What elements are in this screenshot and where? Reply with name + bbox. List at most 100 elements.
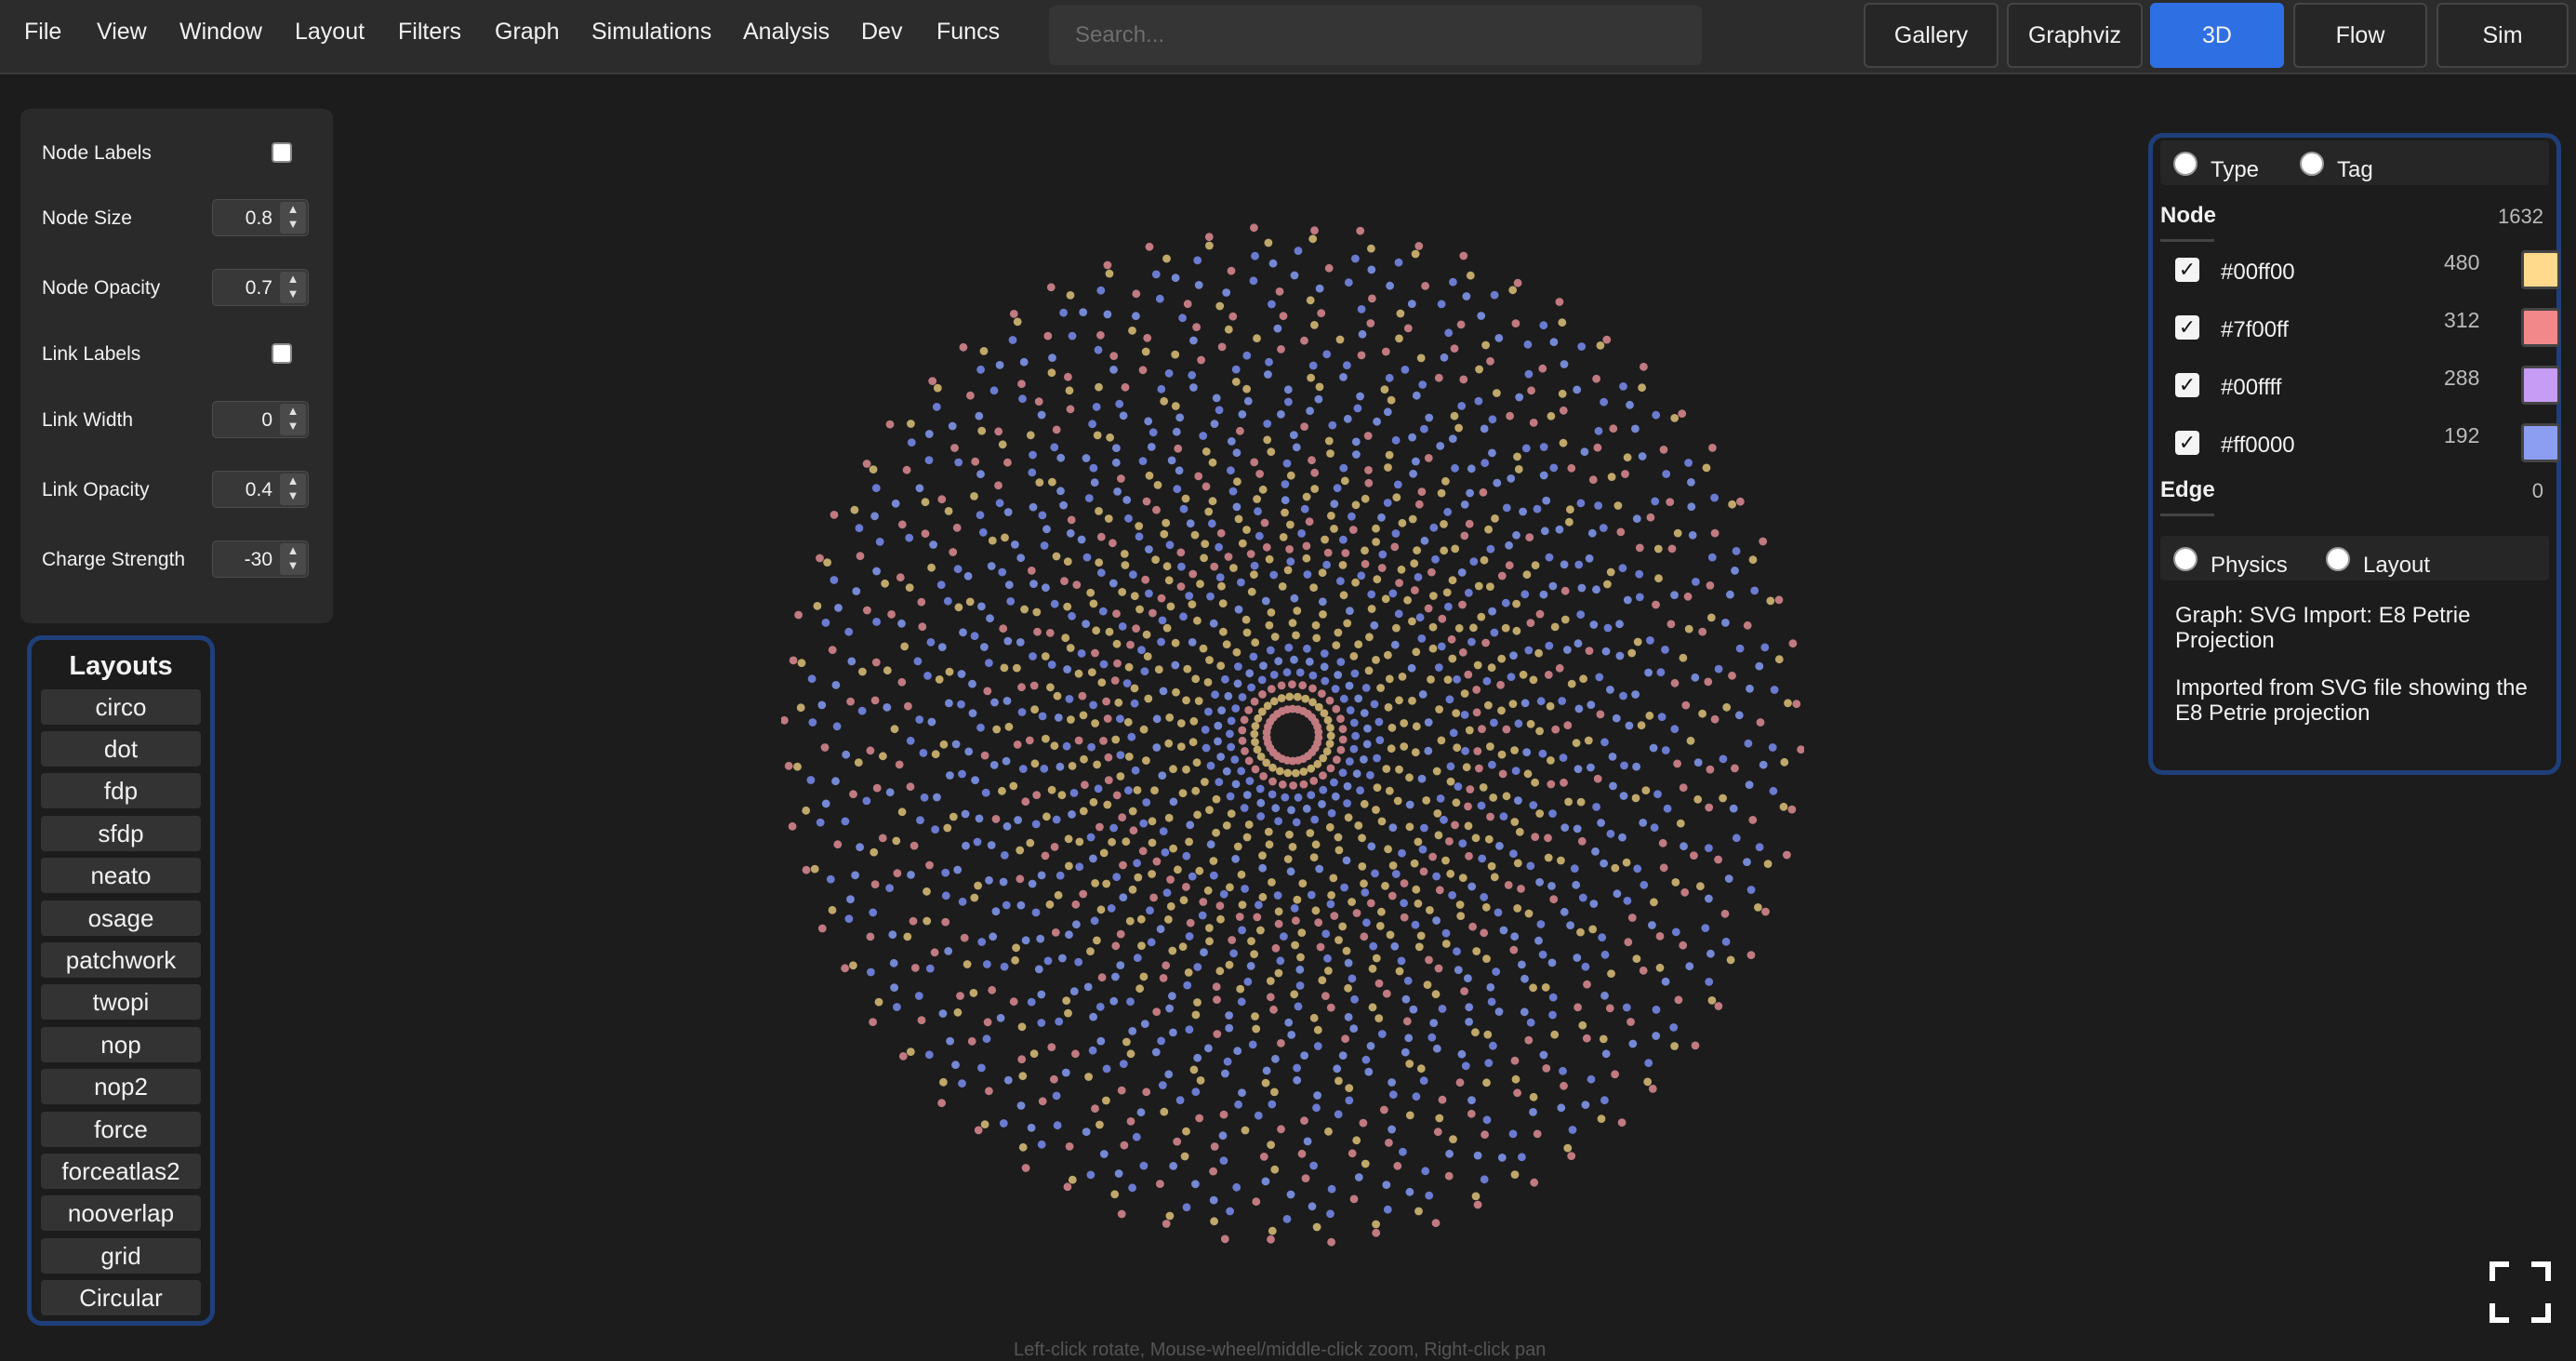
graph-node[interactable] (1388, 823, 1398, 832)
graph-node[interactable] (1567, 1152, 1576, 1160)
graph-node[interactable] (1459, 251, 1468, 260)
graph-node[interactable] (1017, 380, 1026, 389)
graph-node[interactable] (1545, 641, 1554, 650)
graph-node[interactable] (1003, 508, 1013, 516)
graph-node[interactable] (1225, 1023, 1234, 1033)
graph-node[interactable] (1136, 1108, 1146, 1117)
graph-node[interactable] (1217, 581, 1226, 591)
graph-node[interactable] (1167, 456, 1176, 465)
graph-node[interactable] (1658, 838, 1667, 847)
graph-node[interactable] (1096, 286, 1106, 295)
graph-node[interactable] (1611, 1070, 1619, 1079)
graph-node[interactable] (1181, 494, 1190, 503)
graph-node[interactable] (1400, 913, 1409, 922)
graph-node[interactable] (1268, 300, 1276, 309)
graph-node[interactable] (906, 782, 915, 792)
graph-node[interactable] (1594, 426, 1603, 435)
graph-node[interactable] (1563, 721, 1573, 729)
graph-node[interactable] (1635, 569, 1644, 579)
graph-node[interactable] (1461, 746, 1469, 755)
graph-node[interactable] (1572, 880, 1581, 889)
graph-node[interactable] (1226, 883, 1234, 892)
graph-node[interactable] (1392, 623, 1401, 633)
graph-node[interactable] (1096, 532, 1106, 541)
graph-node[interactable] (1193, 1053, 1202, 1062)
graph-node[interactable] (1462, 763, 1471, 772)
graph-node[interactable] (1274, 968, 1283, 978)
graph-node[interactable] (1267, 1234, 1275, 1244)
graph-node[interactable] (1349, 744, 1359, 754)
graph-node[interactable] (1065, 695, 1074, 703)
graph-node[interactable] (1087, 742, 1095, 752)
graph-node[interactable] (1322, 350, 1332, 359)
graph-node[interactable] (1103, 260, 1112, 270)
graph-node[interactable] (1577, 583, 1587, 593)
graph-node[interactable] (1253, 913, 1262, 922)
graph-node[interactable] (1606, 829, 1615, 838)
graph-node[interactable] (1384, 702, 1393, 712)
graph-node[interactable] (1297, 928, 1307, 937)
graph-node[interactable] (1405, 1060, 1414, 1068)
graph-node[interactable] (1003, 1075, 1013, 1085)
graph-node[interactable] (1559, 754, 1568, 762)
graph-node[interactable] (1242, 615, 1251, 624)
graph-node[interactable] (1038, 511, 1047, 520)
graph-node[interactable] (1632, 514, 1641, 523)
graph-node[interactable] (1250, 223, 1258, 233)
graph-node[interactable] (975, 814, 984, 823)
graph-node[interactable] (1283, 768, 1293, 778)
graph-node[interactable] (1138, 847, 1148, 856)
graph-node[interactable] (1372, 524, 1380, 533)
graph-node[interactable] (1412, 391, 1421, 400)
graph-node[interactable] (1499, 812, 1508, 821)
graph-node[interactable] (1526, 861, 1535, 871)
graph-node[interactable] (1436, 442, 1445, 450)
graph-node[interactable] (1269, 1005, 1278, 1014)
graph-node[interactable] (1705, 894, 1713, 903)
graph-node[interactable] (1473, 1151, 1482, 1160)
graph-node[interactable] (1088, 1046, 1097, 1055)
graph-node[interactable] (1122, 496, 1132, 504)
graph-node[interactable] (1316, 942, 1325, 952)
graph-node[interactable] (1091, 648, 1099, 658)
graph-node[interactable] (1003, 821, 1012, 831)
graph-node[interactable] (1374, 717, 1384, 727)
graph-node[interactable] (872, 567, 881, 576)
graph-node[interactable] (1318, 689, 1326, 698)
graph-node[interactable] (1267, 608, 1276, 617)
graph-node[interactable] (1437, 488, 1446, 498)
graph-node[interactable] (1748, 555, 1758, 565)
graph-node[interactable] (1576, 610, 1586, 619)
graph-node[interactable] (1243, 977, 1253, 986)
graph-node[interactable] (946, 771, 954, 780)
graph-node[interactable] (1510, 1056, 1520, 1065)
graph-node[interactable] (1332, 704, 1341, 714)
graph-node[interactable] (1209, 619, 1218, 628)
graph-node[interactable] (1271, 943, 1281, 953)
graph-node[interactable] (1609, 781, 1617, 791)
graph-node[interactable] (1128, 885, 1137, 894)
graph-node[interactable] (1029, 580, 1038, 588)
graph-node[interactable] (1628, 1039, 1638, 1048)
graph-node[interactable] (1300, 504, 1309, 514)
graph-node[interactable] (1344, 813, 1353, 822)
graph-node[interactable] (1357, 571, 1366, 580)
graph-node[interactable] (1445, 695, 1454, 704)
graph-node[interactable] (1294, 1002, 1303, 1011)
graph-node[interactable] (1299, 780, 1308, 789)
graph-node[interactable] (1613, 889, 1622, 899)
graph-node[interactable] (1334, 936, 1343, 944)
graph-node[interactable] (1566, 921, 1574, 929)
graph-node[interactable] (1332, 641, 1341, 649)
graph-node[interactable] (902, 465, 911, 474)
graph-node[interactable] (1548, 1010, 1557, 1020)
graph-node[interactable] (1222, 821, 1231, 830)
graph-node[interactable] (1067, 715, 1075, 724)
graph-node[interactable] (1371, 869, 1379, 878)
graph-node[interactable] (1633, 864, 1642, 874)
graph-node[interactable] (1518, 1153, 1526, 1162)
graph-node[interactable] (1585, 647, 1594, 655)
graph-node[interactable] (1490, 718, 1498, 727)
graph-node[interactable] (1193, 616, 1202, 625)
graph-node[interactable] (1106, 433, 1114, 442)
